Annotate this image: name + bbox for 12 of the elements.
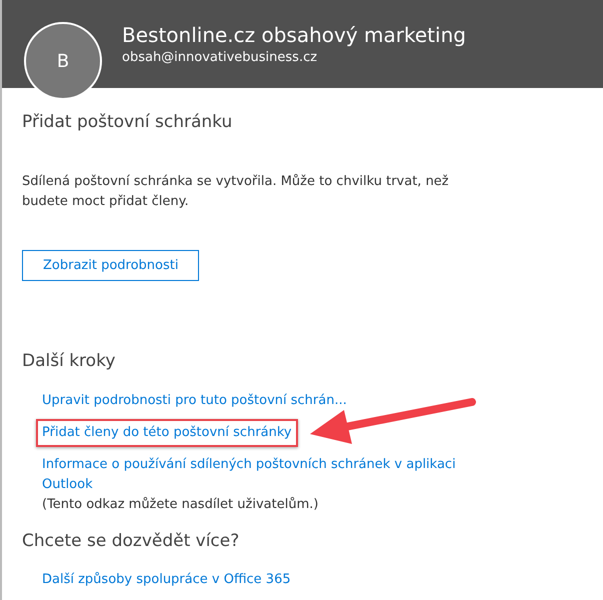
link[interactable]: Informace o používání sdílených poštovních schránek v aplikaci Outlook bbox=[42, 454, 472, 494]
page-title: Přidat poštovní schránku bbox=[22, 111, 234, 134]
link[interactable]: Další způsoby spolupráce v Office 365 bbox=[42, 570, 472, 590]
section-heading: Další kroky bbox=[22, 350, 116, 373]
account-name: Bestonline.cz obsahový marketing bbox=[122, 22, 467, 48]
details-button[interactable]: Zobrazit podrobnosti bbox=[22, 250, 200, 281]
note-text: (Tento odkaz můžete nasdílet uživatelům.) bbox=[42, 496, 320, 514]
account-email: obsah@innovativebusiness.cz bbox=[122, 49, 318, 67]
section-heading: Chcete se dozvědět více? bbox=[22, 530, 240, 552]
status-message: Sdílená poštovní schránka se vytvořila. Může to chvilku trvat, než budete moct přidat členy. bbox=[22, 172, 450, 210]
link[interactable]: Upravit podrobnosti pro tuto poštovní schrán... bbox=[42, 390, 472, 410]
link[interactable]: Přidat členy do této poštovní schránky bbox=[42, 424, 292, 440]
